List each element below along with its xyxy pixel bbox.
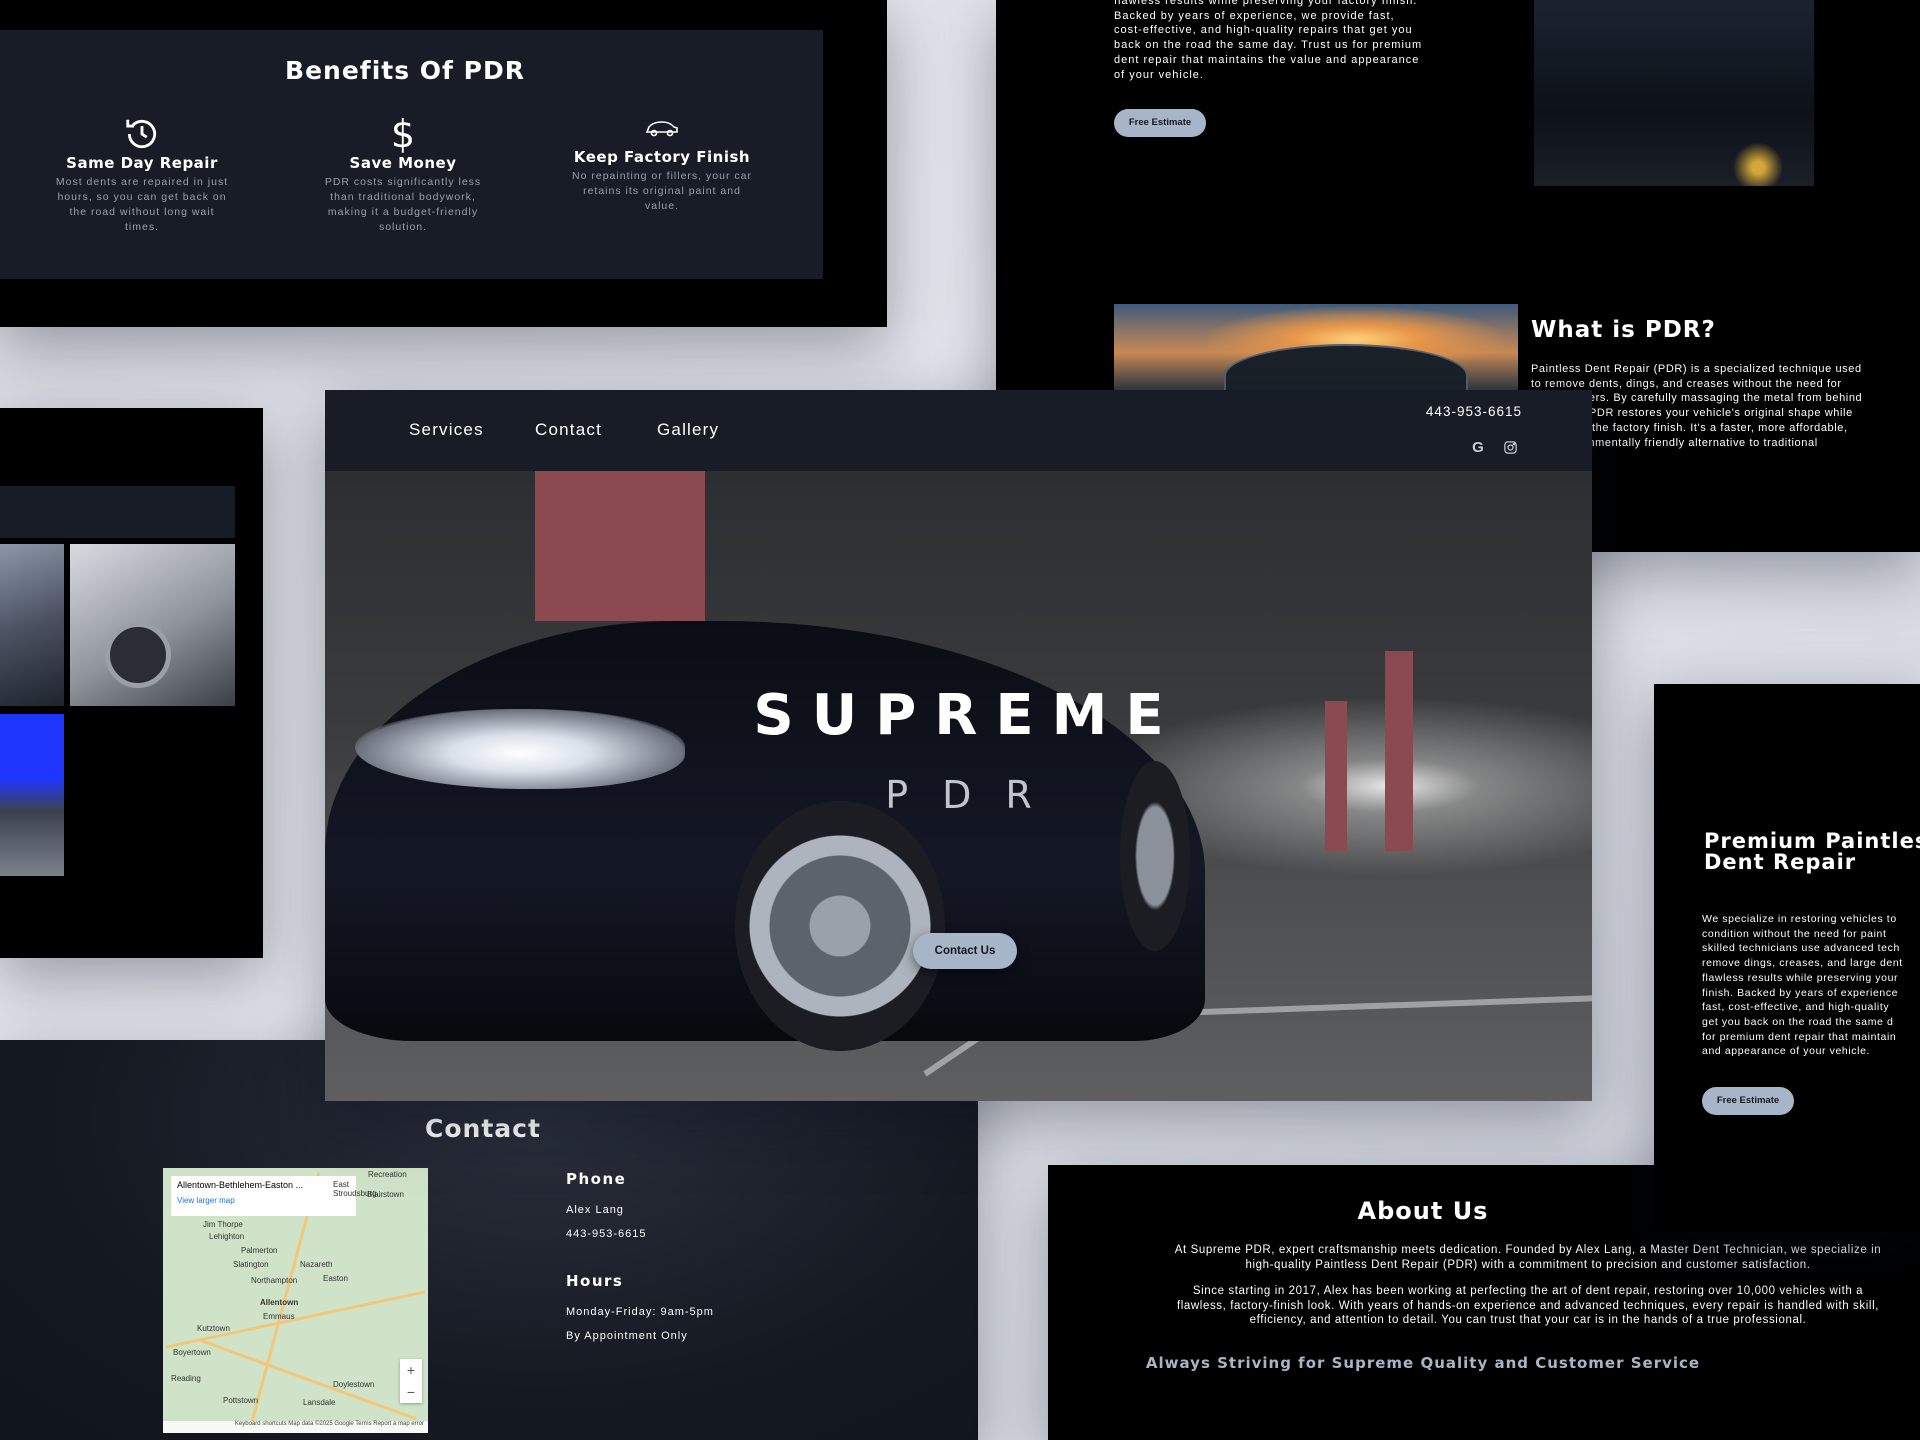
benefit-title: Same Day Repair (66, 154, 218, 172)
hero-page: Services Contact Gallery 443-953-6615 G … (325, 390, 1592, 1101)
map-town: Blairstown (367, 1190, 404, 1199)
map-embed[interactable]: Allentown-Bethlehem-Easton ... View larg… (163, 1168, 428, 1433)
map-town: Doylestown (333, 1380, 375, 1389)
phone-label: Phone (566, 1170, 627, 1188)
map-town: Boyertown (173, 1348, 211, 1357)
map-town: Northampton (251, 1276, 298, 1285)
map-town: Kutztown (197, 1324, 230, 1333)
sunset-car-photo (1114, 304, 1518, 408)
nav-services[interactable]: Services (409, 420, 484, 440)
benefit-text: Most dents are repaired in just hours, s… (55, 176, 229, 233)
map-place-card: Allentown-Bethlehem-Easton ... View larg… (171, 1176, 356, 1216)
about-us-tagline: Always Striving for Supreme Quality and … (1145, 1354, 1701, 1372)
gallery-image[interactable] (0, 714, 64, 876)
car-front-wheel (735, 801, 945, 1051)
benefit-same-day: Same Day Repair Most dents are repaired … (52, 114, 232, 235)
view-larger-map-link[interactable]: View larger map (177, 1196, 350, 1205)
mechanic-photo (1534, 0, 1814, 186)
map-town: Jim Thorpe (203, 1220, 243, 1229)
premium-pdr-section: Premium Paintless Dent Repair We special… (1654, 684, 1920, 1232)
contact-title: Contact (425, 1114, 541, 1143)
map-town: Allentown (260, 1298, 299, 1307)
benefit-title: Save Money (349, 154, 457, 172)
free-estimate-button[interactable]: Free Estimate (1702, 1087, 1794, 1115)
map-road (199, 1338, 417, 1421)
top-nav: Services Contact Gallery 443-953-6615 G (325, 390, 1592, 471)
map-town: Lehighton (209, 1232, 245, 1241)
benefit-factory-finish: Keep Factory Finish No repainting or fil… (572, 108, 752, 214)
benefit-text: No repainting or fillers, your car retai… (572, 170, 752, 212)
gallery-image[interactable] (70, 544, 235, 706)
free-estimate-button[interactable]: Free Estimate (1114, 109, 1206, 137)
map-zoom-control[interactable]: + − (400, 1359, 422, 1403)
map-place-name: Allentown-Bethlehem-Easton ... (177, 1180, 304, 1190)
about-paragraph: flawless results while preserving your f… (1114, 0, 1423, 81)
wheel-shape (105, 622, 171, 688)
contact-phone-block: Phone Alex Lang 443-953-6615 (566, 1170, 647, 1246)
gallery-image[interactable] (0, 544, 64, 706)
hero-background-image: SUPREME PDR Contact Us (325, 471, 1592, 1101)
premium-paragraph: We specialize in restoring vehicles to c… (1702, 913, 1903, 1058)
contact-hours-block: Hours Monday-Friday: 9am-5pm By Appointm… (566, 1272, 714, 1348)
hours-label: Hours (566, 1272, 624, 1290)
instagram-icon[interactable] (1502, 440, 1518, 456)
lane-marking (1144, 995, 1592, 1017)
benefit-text: PDR costs significantly less than tradit… (324, 176, 482, 233)
hours-text: Monday-Friday: 9am-5pm (566, 1306, 714, 1318)
contact-phone[interactable]: 443-953-6615 (566, 1222, 647, 1246)
hero-subtitle: PDR (885, 773, 1066, 817)
map-town: Lansdale (303, 1398, 336, 1407)
premium-title: Premium Paintless Dent Repair (1704, 829, 1920, 874)
benefit-save-money: $ Save Money PDR costs significantly les… (313, 112, 493, 235)
clock-history-icon (52, 114, 232, 154)
what-is-pdr-title: What is PDR? (1531, 317, 1716, 343)
gallery-header-bar (0, 486, 235, 538)
google-icon[interactable]: G (1470, 440, 1486, 456)
car-icon (572, 108, 752, 148)
nav-gallery[interactable]: Gallery (657, 420, 719, 440)
map-town: Slatington (233, 1260, 269, 1269)
garage-pillar (1385, 651, 1413, 851)
about-us-paragraph: Since starting in 2017, Alex has been wo… (1176, 1285, 1880, 1327)
appointment-text: By Appointment Only (566, 1330, 688, 1342)
benefits-section: Benefits Of PDR Same Day Repair Most den… (0, 0, 887, 327)
hero-title: SUPREME (753, 683, 1182, 748)
map-town: Recreation (368, 1170, 407, 1179)
map-town: Easton (323, 1274, 348, 1283)
map-attribution: Keyboard shortcuts Map data ©2025 Google… (163, 1421, 428, 1433)
map-town: Emmaus (263, 1312, 295, 1321)
benefits-title: Benefits Of PDR (285, 56, 525, 85)
garage-pillar (535, 471, 705, 621)
about-us-paragraph: At Supreme PDR, expert craftsmanship mee… (1174, 1244, 1882, 1271)
contact-name: Alex Lang (566, 1204, 624, 1216)
benefits-panel: Benefits Of PDR Same Day Repair Most den… (0, 30, 823, 279)
map-town: Palmerton (241, 1246, 278, 1255)
contact-us-button[interactable]: Contact Us (913, 933, 1017, 969)
map-town: Pottstown (223, 1396, 259, 1405)
dollar-icon: $ (390, 112, 416, 156)
map-town: Reading (171, 1374, 201, 1383)
map-town: Nazareth (300, 1260, 333, 1269)
gallery-preview (0, 408, 263, 958)
nav-contact[interactable]: Contact (535, 420, 602, 440)
header-phone[interactable]: 443-953-6615 (1426, 404, 1522, 419)
benefit-title: Keep Factory Finish (573, 148, 751, 166)
